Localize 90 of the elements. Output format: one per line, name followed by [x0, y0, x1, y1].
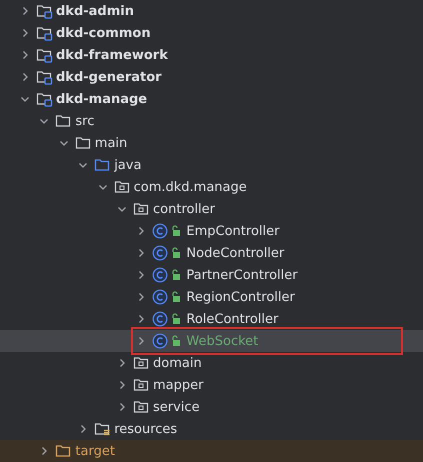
chevron-icon[interactable] — [136, 270, 146, 280]
item-label: mapper — [153, 378, 204, 392]
tree-row[interactable]: RegionController — [0, 286, 423, 308]
tree-row[interactable]: controller — [0, 198, 423, 220]
folder-icon — [74, 135, 92, 151]
folder-icon — [36, 25, 53, 41]
item-label: java — [114, 158, 142, 172]
folder-icon — [36, 91, 53, 107]
chevron-icon[interactable] — [136, 336, 146, 346]
item-label: main — [94, 136, 128, 150]
item-label: dkd-admin — [56, 4, 134, 18]
package-icon — [133, 377, 150, 393]
tree-row[interactable]: dkd-manage — [0, 88, 423, 110]
class-icon — [152, 267, 168, 283]
item-label: dkd-generator — [56, 70, 162, 84]
chevron-icon[interactable] — [117, 358, 127, 368]
item-label: EmpController — [186, 224, 280, 238]
lock-icon — [171, 225, 182, 237]
class-icon — [152, 289, 168, 305]
tree-row[interactable]: dkd-generator — [0, 66, 423, 88]
chevron-icon[interactable] — [136, 292, 146, 302]
package-icon — [133, 201, 150, 217]
chevron-icon[interactable] — [20, 28, 30, 38]
chevron-icon[interactable] — [78, 160, 88, 170]
folder-icon — [55, 443, 72, 459]
item-label: dkd-common — [56, 26, 151, 40]
chevron-icon[interactable] — [136, 248, 146, 258]
item-label: NodeController — [186, 246, 284, 260]
chevron-icon[interactable] — [117, 204, 127, 214]
tree-row[interactable]: mapper — [0, 374, 423, 396]
lock-icon — [171, 313, 182, 325]
folder-icon — [36, 3, 53, 19]
folder-icon — [55, 113, 72, 129]
tree-row[interactable]: NodeController — [0, 242, 423, 264]
tree-row[interactable]: resources — [0, 418, 423, 440]
item-label: RegionController — [186, 290, 295, 304]
item-label: RoleController — [186, 312, 278, 326]
tree-row[interactable]: target — [0, 440, 423, 462]
item-label: dkd-manage — [56, 92, 148, 106]
folder-icon — [36, 69, 53, 85]
tree-row[interactable]: dkd-framework — [0, 44, 423, 66]
chevron-icon[interactable] — [98, 182, 108, 192]
item-label: controller — [153, 202, 216, 216]
chevron-icon[interactable] — [20, 6, 30, 16]
tree-row[interactable]: RoleController — [0, 308, 423, 330]
chevron-icon[interactable] — [20, 94, 30, 104]
item-label: domain — [153, 356, 202, 370]
tree-row[interactable]: com.dkd.manage — [0, 176, 423, 198]
lock-icon — [171, 247, 182, 259]
tree-row[interactable]: java — [0, 154, 423, 176]
item-label: WebSocket — [186, 334, 258, 348]
folder-icon — [94, 157, 112, 173]
lock-icon — [171, 269, 182, 281]
item-label: resources — [114, 422, 178, 436]
class-icon — [152, 311, 168, 327]
package-icon — [133, 355, 150, 371]
tree-row[interactable]: dkd-common — [0, 22, 423, 44]
tree-row[interactable]: PartnerController — [0, 264, 423, 286]
tree-row[interactable]: dkd-admin — [0, 0, 423, 22]
package-icon — [114, 179, 131, 195]
tree-row[interactable]: domain — [0, 352, 423, 374]
tree-row[interactable]: src — [0, 110, 423, 132]
item-label: com.dkd.manage — [134, 180, 247, 194]
item-label: PartnerController — [186, 268, 298, 282]
chevron-icon[interactable] — [39, 116, 50, 126]
item-label: service — [153, 400, 200, 414]
folder-icon — [94, 421, 112, 437]
item-label: target — [75, 444, 115, 458]
item-label: src — [75, 114, 94, 128]
lock-icon — [171, 335, 182, 347]
class-icon — [152, 245, 168, 261]
item-label: dkd-framework — [56, 48, 168, 62]
chevron-icon[interactable] — [117, 380, 127, 390]
class-icon — [152, 333, 168, 349]
tree-row[interactable]: EmpController — [0, 220, 423, 242]
chevron-icon[interactable] — [78, 424, 88, 434]
chevron-icon[interactable] — [39, 446, 50, 456]
chevron-icon[interactable] — [20, 72, 30, 82]
package-icon — [133, 399, 150, 415]
class-icon — [152, 223, 168, 239]
chevron-icon[interactable] — [20, 50, 30, 60]
tree-row[interactable]: WebSocket — [0, 330, 423, 352]
folder-icon — [36, 47, 53, 63]
chevron-icon[interactable] — [136, 226, 146, 236]
tree-row[interactable]: main — [0, 132, 423, 154]
lock-icon — [171, 291, 182, 303]
chevron-icon[interactable] — [58, 138, 69, 148]
chevron-icon[interactable] — [136, 314, 146, 324]
chevron-icon[interactable] — [117, 402, 127, 412]
tree-row[interactable]: service — [0, 396, 423, 418]
